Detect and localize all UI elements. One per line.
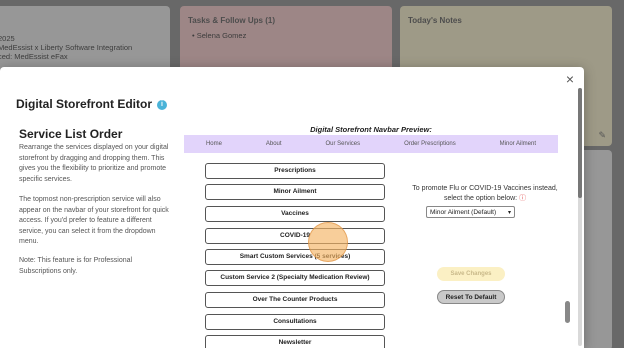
reset-default-button[interactable]: Reset To Default [437,290,505,304]
service-item-newsletter[interactable]: Newsletter [205,335,385,348]
modal-title: Digital Storefront Editor i [16,97,167,111]
description-paragraph: Rearrange the services displayed on your… [19,144,169,183]
modal-title-text: Digital Storefront Editor [16,97,152,111]
description-paragraph: The topmost non-prescription service wil… [19,196,169,245]
promo-text: To promote Flu or COVID-19 Vaccines inst… [412,185,558,202]
edit-pencil-icon[interactable]: ✎ [598,130,606,141]
navbar-preview-label: Digital Storefront Navbar Preview: [310,125,432,134]
click-indicator [308,222,348,262]
service-item-smart-custom[interactable]: Smart Custom Services (5 services) [205,249,385,265]
navbar-preview: Home About Our Services Order Prescripti… [184,135,558,153]
subscription-note: Note: This feature is for Professional S… [19,257,133,275]
close-icon[interactable]: × [566,71,574,87]
service-item-minor-ailment[interactable]: Minor Ailment [205,184,385,200]
info-icon[interactable]: i [157,99,167,110]
navbar-item-about: About [265,141,282,147]
featured-service-select[interactable]: Minor Ailment (Default) ▾ [426,206,515,218]
save-changes-button[interactable]: Save Changes [437,267,505,281]
list-scrollbar[interactable] [565,301,570,323]
storefront-editor-modal: × Digital Storefront Editor i Service Lis… [0,67,584,348]
navbar-item-order-prescriptions: Order Prescriptions [404,141,456,147]
service-item-covid-19[interactable]: COVID-19 [205,228,385,244]
select-value: Minor Ailment (Default) [430,209,497,216]
navbar-item-home: Home [205,141,222,147]
service-item-prescriptions[interactable]: Prescriptions [205,163,385,179]
navbar-item-minor-ailment: Minor Ailment [499,141,537,147]
modal-scrollbar-thumb[interactable] [578,88,582,198]
service-item-consultations[interactable]: Consultations [205,314,385,330]
service-item-otc-products[interactable]: Over The Counter Products [205,292,385,308]
service-item-custom-service-2[interactable]: Custom Service 2 (Specialty Medication R… [205,270,385,286]
warning-icon: ⓘ [519,195,527,202]
chevron-down-icon: ▾ [507,210,511,216]
service-item-vaccines[interactable]: Vaccines [205,206,385,222]
navbar-item-our-services: Our Services [325,141,361,147]
promo-instructions: To promote Flu or COVID-19 Vaccines inst… [410,184,560,204]
section-title: Service List Order [19,127,123,141]
